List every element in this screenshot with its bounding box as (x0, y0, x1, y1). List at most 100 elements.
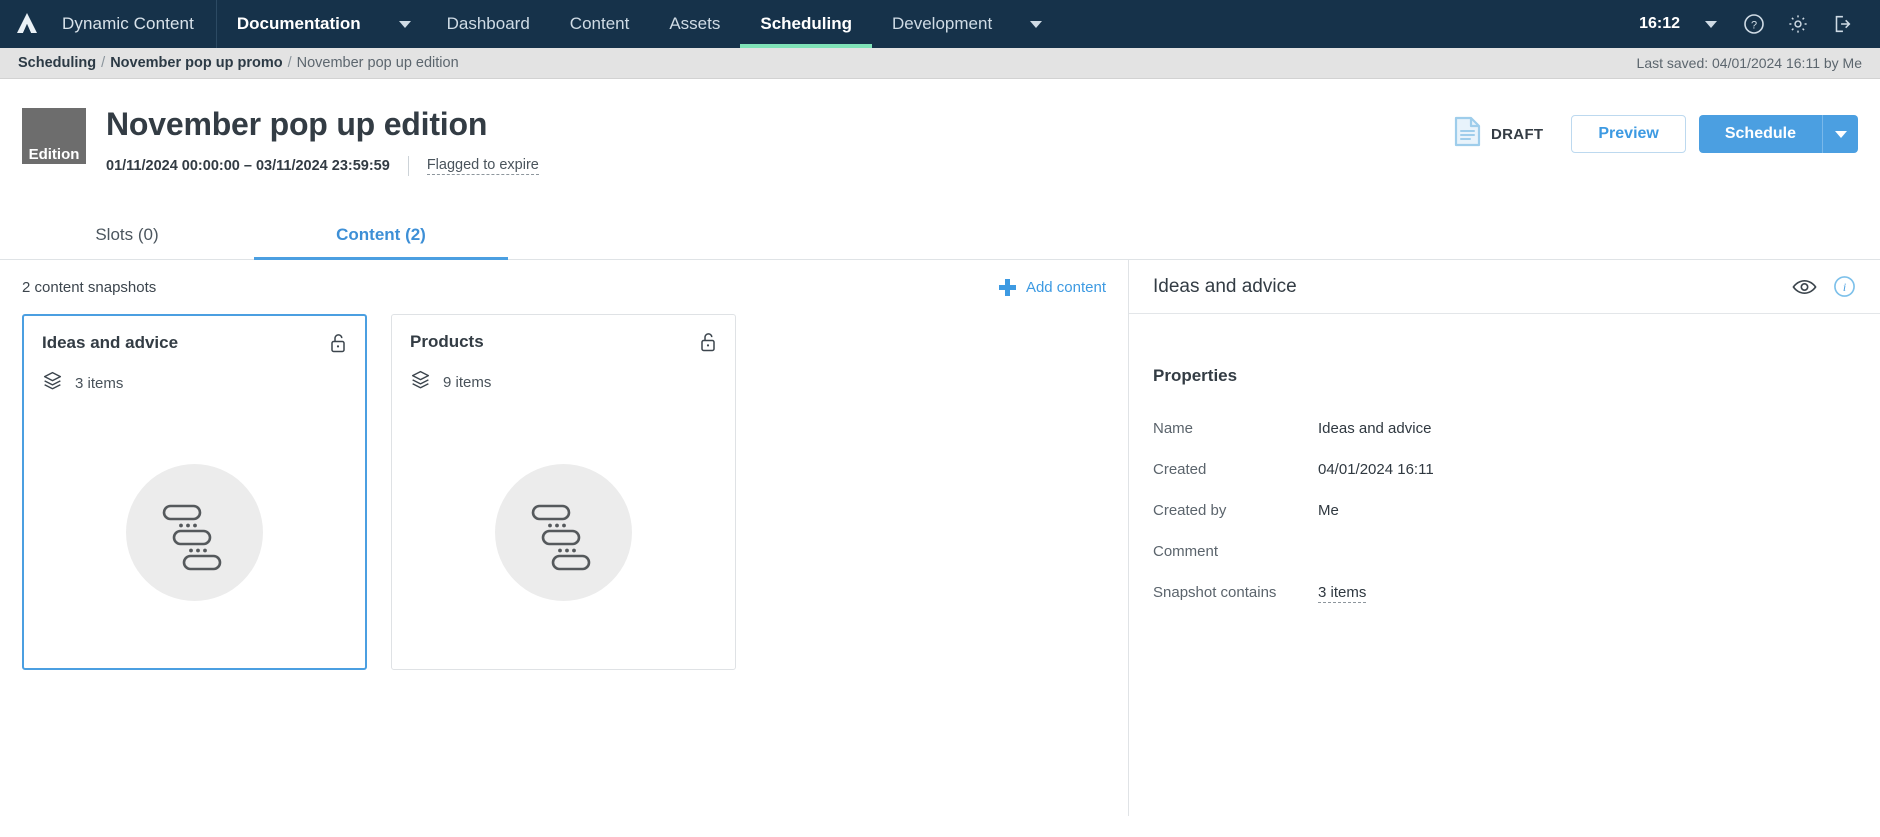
flagged-to-expire-link[interactable]: Flagged to expire (426, 157, 539, 175)
breadcrumb-item-scheduling[interactable]: Scheduling (18, 55, 96, 71)
info-circle-icon[interactable]: i (1833, 275, 1856, 298)
header-subline: 01/11/2024 00:00:00 – 03/11/2024 23:59:5… (106, 155, 539, 176)
nav-item-content[interactable]: Content (550, 0, 650, 48)
card-header: Ideas and advice (24, 316, 365, 358)
page-title: November pop up edition (106, 106, 488, 142)
nav-documentation-chevron-down-icon[interactable] (381, 0, 427, 48)
property-row-name: Name Ideas and advice (1153, 420, 1880, 437)
unlocked-padlock-icon[interactable] (700, 332, 717, 357)
card-header: Products (392, 315, 735, 357)
header-text-block: November pop up edition 01/11/2024 00:00… (86, 79, 539, 176)
schedule-button[interactable]: Schedule (1698, 115, 1822, 153)
eye-icon[interactable] (1792, 277, 1817, 297)
property-value: Ideas and advice (1318, 420, 1432, 437)
panel-title: Ideas and advice (1153, 275, 1297, 297)
card-title: Ideas and advice (42, 333, 179, 352)
body-split: 2 content snapshots Add content Ideas an… (0, 260, 1880, 816)
page-header: Edition November pop up edition 01/11/20… (0, 79, 1880, 210)
tab-label: Slots (0) (95, 224, 159, 244)
card-item-count: 9 items (443, 373, 492, 391)
subline-divider (407, 155, 409, 176)
tab-slots[interactable]: Slots (0) (0, 210, 254, 259)
clock-label: 16:12 (1639, 15, 1680, 32)
nav-item-assets[interactable]: Assets (649, 0, 740, 48)
card-meta: 9 items (392, 357, 735, 395)
clock-chevron-down-icon[interactable] (1690, 0, 1730, 48)
property-value: 04/01/2024 16:11 (1318, 461, 1434, 478)
snapshot-card-products[interactable]: Products 9 items (391, 314, 736, 670)
status-badge: DRAFT (1454, 116, 1543, 152)
property-row-created-by: Created by Me (1153, 502, 1880, 519)
breadcrumb-separator: / (287, 55, 292, 71)
layers-icon (42, 370, 63, 396)
breadcrumb-separator: / (101, 55, 106, 71)
edition-type-badge: Edition (22, 108, 86, 164)
nav-item-label: Development (892, 14, 993, 33)
help-circle-icon[interactable]: ? (1734, 0, 1774, 48)
nav-item-documentation[interactable]: Documentation (217, 0, 381, 48)
unlocked-padlock-icon[interactable] (330, 333, 347, 358)
panel-body: Properties Name Ideas and advice Created… (1129, 314, 1880, 627)
property-key: Snapshot contains (1153, 584, 1277, 601)
nav-item-label: Assets (669, 14, 721, 33)
property-key: Comment (1153, 543, 1219, 560)
nav-item-label: Content (569, 14, 630, 33)
edition-date-range: 01/11/2024 00:00:00 – 03/11/2024 23:59:5… (106, 157, 390, 174)
panel-header: Ideas and advice i (1129, 260, 1880, 314)
svg-text:i: i (1843, 280, 1846, 294)
schedule-split-button: Schedule (1698, 115, 1858, 153)
nav-item-development[interactable]: Development (872, 0, 1012, 48)
card-item-count: 3 items (75, 374, 124, 392)
nav-item-dashboard[interactable]: Dashboard (427, 0, 550, 48)
snapshot-contains-link[interactable]: 3 items (1318, 584, 1367, 603)
logout-icon[interactable] (1822, 0, 1862, 48)
property-key: Created by (1153, 502, 1227, 519)
svg-text:?: ? (1751, 20, 1757, 32)
tab-label: Content (2) (336, 224, 426, 244)
tab-content[interactable]: Content (2) (254, 210, 508, 260)
breadcrumb-item-event[interactable]: November pop up promo (110, 55, 282, 71)
snapshot-count-label: 2 content snapshots (22, 278, 157, 296)
preview-button[interactable]: Preview (1571, 115, 1686, 153)
snapshot-card-ideas-and-advice[interactable]: Ideas and advice 3 items (22, 314, 367, 670)
draft-document-icon (1454, 116, 1481, 152)
nav-items: Documentation Dashboard Content Assets S… (217, 0, 1058, 48)
card-thumbnail (24, 396, 365, 668)
amplience-logo-icon[interactable] (0, 0, 54, 48)
status-label: DRAFT (1491, 125, 1544, 143)
header-actions: DRAFT Preview Schedule (1454, 79, 1858, 153)
property-key: Name (1153, 420, 1194, 437)
nav-item-label: Documentation (236, 14, 361, 33)
card-meta: 3 items (24, 358, 365, 396)
snapshot-card-list: Ideas and advice 3 items Products 9 item… (0, 314, 1128, 670)
layers-icon (410, 369, 431, 395)
snapshots-toolbar: 2 content snapshots Add content (0, 260, 1128, 314)
nav-brand-label[interactable]: Dynamic Content (54, 0, 217, 48)
property-value: Me (1318, 502, 1339, 519)
nav-item-label: Scheduling (760, 14, 852, 33)
content-placeholder-icon (495, 463, 632, 601)
property-key: Created (1153, 461, 1207, 478)
properties-heading: Properties (1153, 366, 1238, 385)
nav-right-actions: 16:12 ? (1629, 0, 1880, 48)
content-snapshots-pane: 2 content snapshots Add content Ideas an… (0, 260, 1129, 816)
plus-icon (998, 278, 1016, 296)
nav-item-scheduling[interactable]: Scheduling (740, 0, 872, 48)
edition-badge-label: Edition (28, 146, 80, 163)
add-content-button[interactable]: Add content (998, 278, 1106, 296)
content-placeholder-icon (126, 463, 263, 601)
property-row-snapshot-contains: Snapshot contains 3 items (1153, 584, 1880, 603)
gear-icon[interactable] (1778, 0, 1818, 48)
card-title: Products (410, 332, 484, 351)
nav-development-chevron-down-icon[interactable] (1012, 0, 1058, 48)
panel-header-actions: i (1792, 275, 1856, 298)
property-row-comment: Comment (1153, 543, 1880, 560)
snapshot-details-panel: Ideas and advice i Properties Name Ideas… (1129, 260, 1880, 816)
breadcrumb: Scheduling / November pop up promo / Nov… (0, 48, 1880, 79)
schedule-chevron-down-icon[interactable] (1822, 115, 1858, 153)
top-navigation-bar: Dynamic Content Documentation Dashboard … (0, 0, 1880, 48)
add-content-label: Add content (1025, 278, 1106, 296)
content-tabs: Slots (0) Content (2) (0, 210, 1880, 260)
last-saved-label: Last saved: 04/01/2024 16:11 by Me (1636, 55, 1862, 71)
card-thumbnail (392, 395, 735, 669)
